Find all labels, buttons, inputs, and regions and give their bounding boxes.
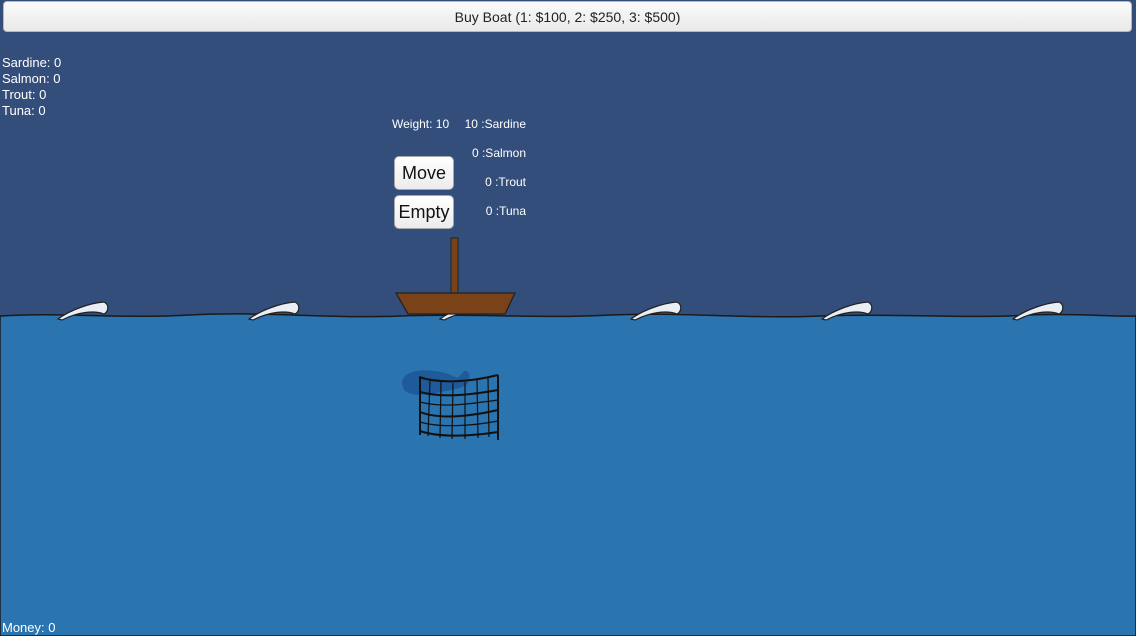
inventory-panel: Sardine: 0 Salmon: 0 Trout: 0 Tuna: 0: [2, 55, 61, 119]
catch-sardine: 10 :Sardine: [464, 117, 526, 131]
move-button[interactable]: Move: [394, 156, 454, 190]
empty-button[interactable]: Empty: [394, 195, 454, 229]
sea-water: [0, 313, 1136, 636]
buy-boat-button[interactable]: Buy Boat (1: $100, 2: $250, 3: $500): [3, 1, 1132, 32]
game-scene: Buy Boat (1: $100, 2: $250, 3: $500) Sar…: [0, 0, 1136, 636]
inventory-sardine: Sardine: 0: [2, 55, 62, 70]
inventory-tuna: Tuna: 0: [2, 103, 46, 118]
boat-icon[interactable]: [394, 237, 517, 315]
money-counter: Money: 0: [2, 620, 56, 635]
inventory-salmon: Salmon: 0: [2, 71, 61, 86]
sea-layer: [0, 237, 1136, 636]
inventory-trout: Trout: 0: [2, 87, 47, 102]
